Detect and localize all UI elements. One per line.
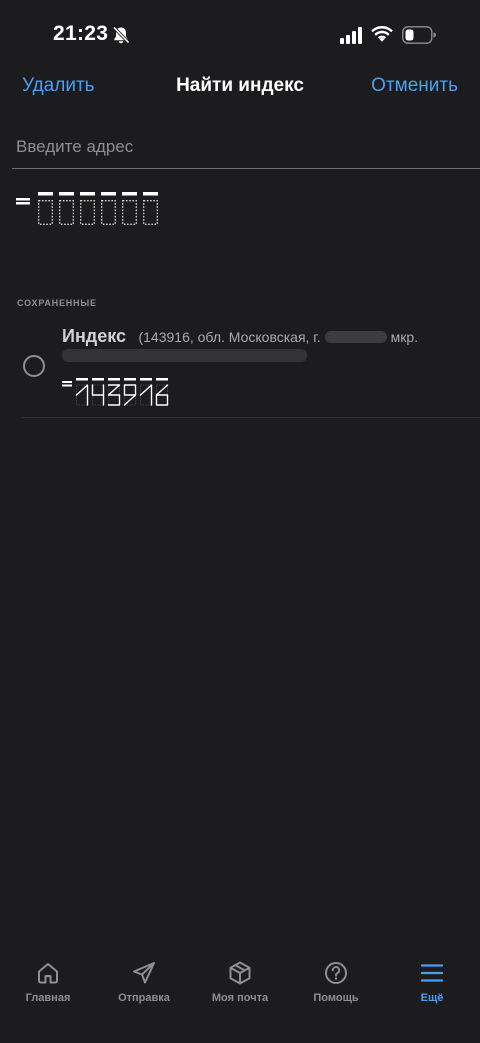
- home-icon: [38, 963, 58, 984]
- tab-bar: Главная Отправка Моя почта Помощь Ещё: [0, 950, 480, 1043]
- saved-item-address-suffix: мкр.: [390, 329, 419, 345]
- status-time: 21:23: [53, 22, 109, 45]
- navigation-bar: Удалить Найти индекс Отменить: [0, 70, 480, 106]
- wifi-icon: [371, 26, 393, 42]
- tab-help[interactable]: Помощь: [288, 950, 384, 1010]
- tab-home-label: Главная: [25, 992, 71, 1004]
- help-icon: [325, 962, 347, 984]
- cancel-button[interactable]: Отменить: [371, 75, 458, 97]
- tab-help-label: Помощь: [313, 992, 359, 1004]
- saved-item-title: Индекс: [62, 326, 127, 346]
- package-icon: [229, 961, 251, 985]
- find-index-screen: 21:23 Удалить Найти индекс Отменить Введ…: [0, 0, 480, 1043]
- tab-more[interactable]: Ещё: [384, 950, 480, 1010]
- select-radio[interactable]: [23, 355, 45, 377]
- saved-item-title-row: Индекс (143916, обл. Московская, г. мкр.: [62, 326, 472, 347]
- saved-item-address: (143916, обл. Московская, г.: [138, 329, 321, 345]
- postal-index-empty-grid: [16, 192, 158, 225]
- item-divider: [22, 417, 480, 418]
- tab-my-mail[interactable]: Моя почта: [192, 950, 288, 1010]
- cellular-signal-icon: [340, 27, 362, 44]
- tab-send[interactable]: Отправка: [96, 950, 192, 1010]
- saved-index-item[interactable]: Индекс (143916, обл. Московская, г. мкр.: [0, 316, 480, 418]
- status-bar: 21:23: [0, 0, 480, 70]
- delete-button[interactable]: Удалить: [22, 75, 95, 97]
- redacted-address-line: [62, 349, 307, 362]
- send-icon: [133, 962, 155, 984]
- tab-my-mail-label: Моя почта: [211, 992, 269, 1004]
- tab-more-label: Ещё: [420, 992, 444, 1004]
- redacted-city: [324, 331, 387, 343]
- input-underline: [12, 168, 480, 169]
- menu-icon: [420, 964, 444, 982]
- bell-muted-icon: [112, 26, 130, 44]
- tab-send-label: Отправка: [118, 992, 170, 1004]
- saved-section-label: СОХРАНЕННЫЕ: [17, 298, 97, 308]
- tab-home[interactable]: Главная: [0, 950, 96, 1010]
- saved-index-digits: [62, 378, 169, 406]
- address-input[interactable]: [16, 128, 480, 166]
- battery-icon: [402, 26, 436, 44]
